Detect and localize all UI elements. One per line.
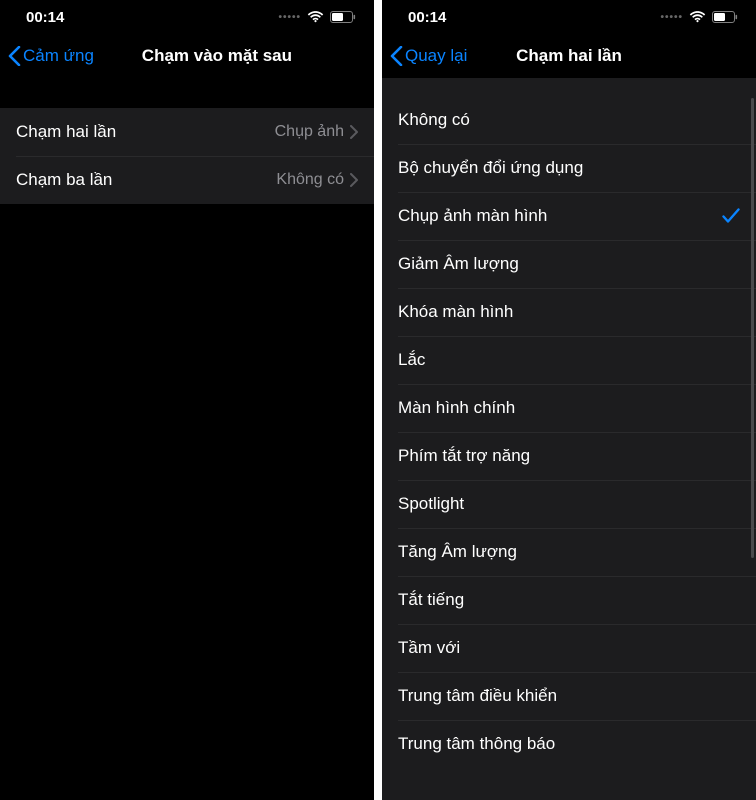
option-label: Khóa màn hình (398, 302, 740, 322)
phone-right: 00:14 ••••• Quay lại Chạm hai lần Không … (382, 0, 756, 800)
option-label: Spotlight (398, 494, 740, 514)
battery-icon (712, 11, 738, 23)
chevron-right-icon (350, 173, 358, 187)
option-row[interactable]: Lắc (382, 336, 756, 384)
row-label: Chạm hai lần (16, 122, 275, 142)
cellular-dots-icon: ••••• (660, 12, 683, 23)
option-label: Bộ chuyển đổi ứng dụng (398, 158, 740, 178)
option-label: Tầm với (398, 638, 740, 658)
content-left: Chạm hai lần Chụp ảnh Chạm ba lần Không … (0, 78, 374, 800)
battery-icon (330, 11, 356, 23)
option-row[interactable]: Spotlight (382, 480, 756, 528)
back-button[interactable]: Cảm ứng (8, 46, 94, 66)
option-row[interactable]: Trung tâm điều khiển (382, 672, 756, 720)
settings-list: Chạm hai lần Chụp ảnh Chạm ba lần Không … (0, 108, 374, 204)
option-row[interactable]: Phím tắt trợ năng (382, 432, 756, 480)
option-row[interactable]: Khóa màn hình (382, 288, 756, 336)
option-row[interactable]: Không có (382, 96, 756, 144)
chevron-left-icon (390, 46, 403, 66)
row-label: Chạm ba lần (16, 170, 276, 190)
chevron-left-icon (8, 46, 21, 66)
option-label: Không có (398, 110, 740, 130)
chevron-right-icon (350, 125, 358, 139)
option-label: Màn hình chính (398, 398, 740, 418)
option-label: Trung tâm điều khiển (398, 686, 740, 706)
option-row[interactable]: Chụp ảnh màn hình (382, 192, 756, 240)
cellular-dots-icon: ••••• (278, 12, 301, 23)
option-label: Lắc (398, 350, 740, 370)
options-list[interactable]: Không có Bộ chuyển đổi ứng dụng Chụp ảnh m… (382, 78, 756, 800)
option-label: Tăng Âm lượng (398, 542, 740, 562)
status-right: ••••• (660, 11, 738, 23)
wifi-icon (689, 11, 706, 23)
row-value: Chụp ảnh (275, 123, 344, 141)
wifi-icon (307, 11, 324, 23)
option-row[interactable]: Tăng Âm lượng (382, 528, 756, 576)
option-row[interactable]: Tầm với (382, 624, 756, 672)
option-label: Trung tâm thông báo (398, 734, 740, 754)
status-bar: 00:14 ••••• (382, 0, 756, 34)
row-value: Không có (276, 171, 344, 189)
option-label: Phím tắt trợ năng (398, 446, 740, 466)
checkmark-icon (722, 208, 740, 224)
page-title: Chạm vào mặt sau (142, 46, 292, 66)
phone-left: 00:14 ••••• Cảm ứng Chạm vào mặt sau Chạ… (0, 0, 374, 800)
option-label: Giảm Âm lượng (398, 254, 740, 274)
option-row[interactable]: Màn hình chính (382, 384, 756, 432)
status-time: 00:14 (26, 9, 64, 26)
nav-bar: Cảm ứng Chạm vào mặt sau (0, 34, 374, 78)
option-row[interactable]: Trung tâm thông báo (382, 720, 756, 768)
option-label: Tắt tiếng (398, 590, 740, 610)
status-time: 00:14 (408, 9, 446, 26)
status-right: ••••• (278, 11, 356, 23)
content-right: Không có Bộ chuyển đổi ứng dụng Chụp ảnh m… (382, 78, 756, 800)
option-row[interactable]: Giảm Âm lượng (382, 240, 756, 288)
row-double-tap[interactable]: Chạm hai lần Chụp ảnh (0, 108, 374, 156)
status-bar: 00:14 ••••• (0, 0, 374, 34)
option-label: Chụp ảnh màn hình (398, 206, 722, 226)
row-triple-tap[interactable]: Chạm ba lần Không có (0, 156, 374, 204)
option-row[interactable]: Bộ chuyển đổi ứng dụng (382, 144, 756, 192)
page-title: Chạm hai lần (516, 46, 622, 66)
back-label: Cảm ứng (23, 46, 94, 66)
option-row[interactable]: Tắt tiếng (382, 576, 756, 624)
scroll-indicator[interactable] (751, 98, 754, 558)
nav-bar: Quay lại Chạm hai lần (382, 34, 756, 78)
back-label: Quay lại (405, 46, 467, 66)
back-button[interactable]: Quay lại (390, 46, 467, 66)
